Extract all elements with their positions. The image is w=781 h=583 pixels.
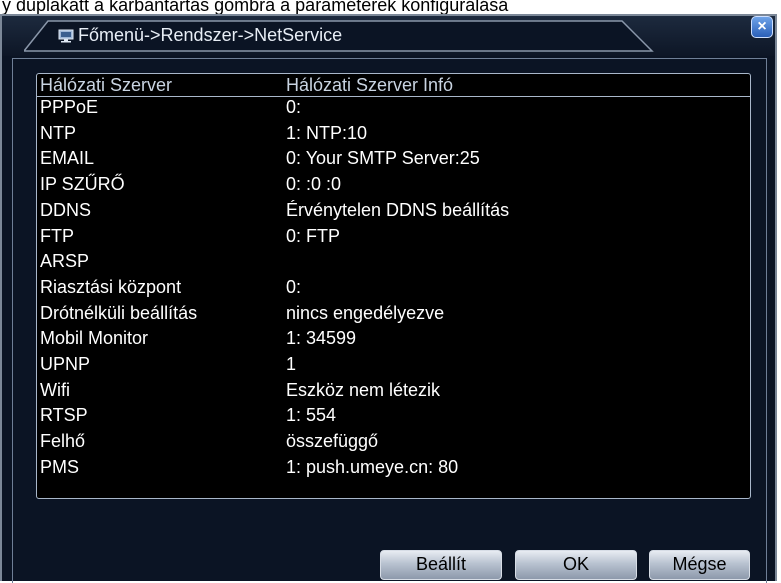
service-info: 1: 554 [286,405,337,426]
service-name: RTSP [40,405,88,426]
service-info: 1: push.umeye.cn: 80 [286,456,459,477]
network-service-list: Hálózati Szerver Hálózati Szerver Infó P… [36,73,751,499]
service-name: IP SZŰRŐ [40,174,125,195]
service-name: NTP [40,122,76,143]
cancel-button[interactable]: Mégse [649,550,750,580]
set-button-label: Beállít [415,554,467,574]
window-title: Főmenü->Rendszer->NetService [78,25,343,45]
service-name: EMAIL [40,148,95,169]
service-name: PMS [40,456,80,477]
table-row[interactable]: ARSP [37,250,750,272]
title-tab: Főmenü->Rendszer->NetService [24,20,664,52]
ok-button-label: OK [562,554,589,574]
list-header: Hálózati Szerver Hálózati Szerver Infó [37,74,750,97]
service-name: UPNP [40,354,91,374]
header-server: Hálózati Szerver [40,75,173,95]
table-row[interactable]: PPPoE 0: [37,96,750,118]
table-row[interactable]: UPNP 1 [37,353,750,375]
service-name: Drótnélküli beállítás [40,302,198,323]
service-info: 1 [286,354,297,374]
table-row[interactable]: Drótnélküli beállítás nincs engedélyezve [37,302,750,324]
monitor-icon [58,29,74,43]
table-row[interactable]: DDNS Érvénytelen DDNS beállítás [37,199,750,221]
service-name: DDNS [40,199,92,220]
service-name: Mobil Monitor [40,328,149,349]
table-row[interactable]: EMAIL 0: Your SMTP Server:25 [37,147,750,169]
close-icon[interactable]: × [751,16,773,38]
service-info: Eszköz nem létezik [286,379,441,400]
ok-button[interactable]: OK [515,550,637,580]
service-name: Riasztási központ [40,276,182,297]
set-button[interactable]: Beállít [380,550,502,580]
service-name: Wifi [40,379,70,400]
service-info: 0: [286,97,302,117]
service-info: Érvénytelen DDNS beállítás [286,199,510,220]
service-name: Felhő [40,431,86,452]
service-info: 0: FTP [286,225,341,246]
cancel-button-label: Mégse [672,554,727,574]
title-bar: Főmenü->Rendszer->NetService × [2,16,775,56]
service-info: 1: 34599 [286,328,357,349]
service-info: 0: Your SMTP Server:25 [286,148,480,169]
service-info: 0: [286,276,302,297]
table-row[interactable]: Wifi Eszköz nem létezik [37,379,750,401]
table-row[interactable]: Riasztási központ 0: [37,276,750,298]
service-info: nincs engedélyezve [286,302,445,323]
table-row[interactable]: Felhő összefüggő [37,430,750,452]
table-row[interactable]: IP SZŰRŐ 0: :0 :0 [37,173,750,195]
service-name: FTP [40,225,74,246]
table-row[interactable]: NTP 1: NTP:10 [37,122,750,144]
table-row[interactable]: Mobil Monitor 1: 34599 [37,327,750,349]
table-row[interactable]: RTSP 1: 554 [37,404,750,426]
service-info: 0: :0 :0 [286,174,342,195]
service-info: 1: NTP:10 [286,122,368,143]
table-row[interactable]: PMS 1: push.umeye.cn: 80 [37,456,750,478]
service-name: PPPoE [40,97,99,117]
table-row[interactable]: FTP 0: FTP [37,225,750,247]
service-info: összefüggő [286,431,379,452]
header-server-info: Hálózati Szerver Infó [286,75,454,95]
service-name: ARSP [40,251,90,272]
